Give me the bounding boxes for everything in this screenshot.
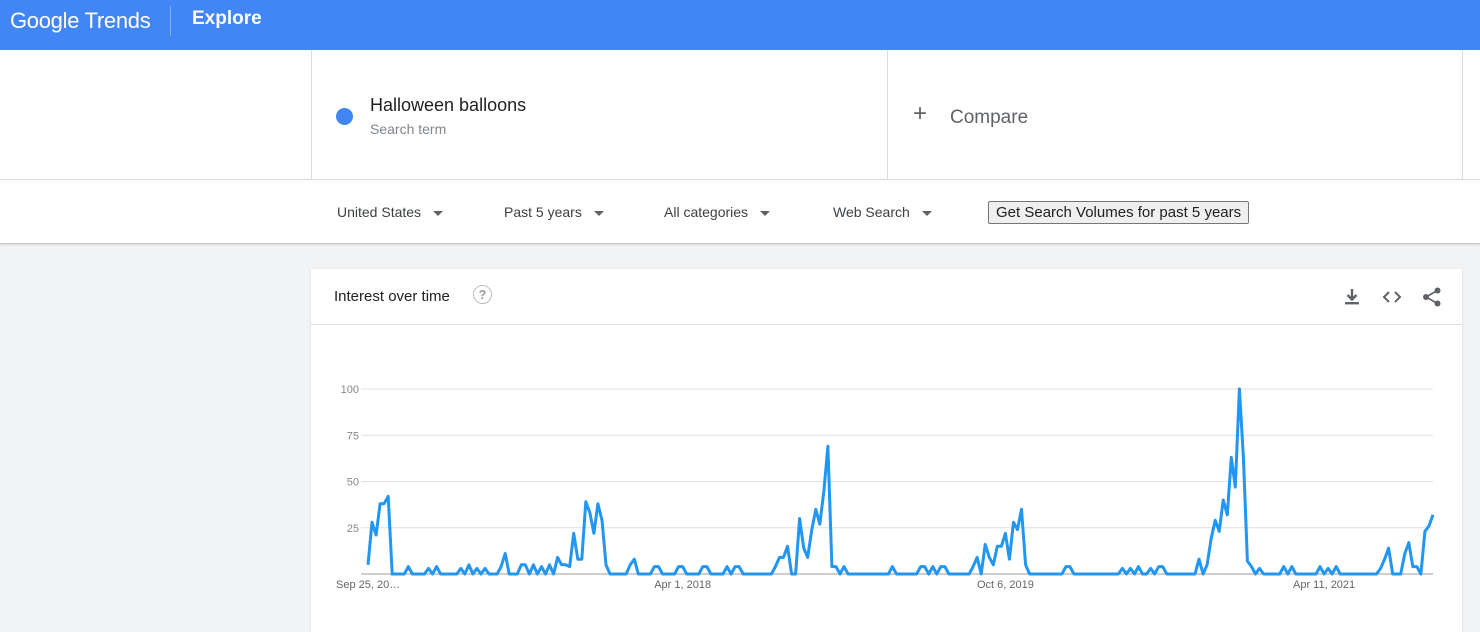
y-tick-label: 75	[347, 430, 359, 442]
y-tick-label: 25	[347, 523, 359, 535]
search-term-sublabel: Search term	[370, 121, 447, 137]
x-tick-label: Oct 6, 2019	[977, 579, 1034, 591]
search-volumes-button[interactable]: Get Search Volumes for past 5 years	[988, 201, 1250, 224]
compare-label[interactable]: Compare	[950, 107, 1028, 129]
filter-bar: United States Past 5 years All categorie…	[0, 180, 1480, 244]
category-filter[interactable]: All categories	[664, 204, 771, 220]
interest-chart: 25 50 75 100 Sep 25, 20… Apr 1, 2018 Oct 6, 2…	[336, 384, 1435, 591]
chevron-down-icon	[760, 210, 771, 216]
region-filter-label: United States	[337, 204, 422, 220]
chevron-down-icon	[593, 210, 604, 216]
search-term-bar: Halloween balloons Search term + Compare	[0, 50, 1480, 180]
interest-over-time-panel: Interest over time ? 25 50 75 100 Sep 25, 2…	[311, 269, 1462, 632]
x-tick-label: Apr 11, 2021	[1293, 579, 1355, 591]
x-tick-label: Apr 1, 2018	[654, 579, 711, 591]
y-tick-label: 50	[347, 477, 359, 489]
compare-card[interactable]: + Compare	[887, 50, 1463, 179]
chevron-down-icon	[433, 210, 444, 216]
search-type-filter[interactable]: Web Search	[833, 204, 932, 220]
header-bar: Google Trends Explore	[0, 0, 1480, 50]
search-type-filter-label: Web Search	[833, 204, 910, 220]
term-color-dot	[336, 108, 353, 125]
time-filter-label: Past 5 years	[504, 204, 582, 220]
category-filter-label: All categories	[664, 204, 749, 220]
plus-icon[interactable]: +	[913, 102, 927, 126]
search-term-label[interactable]: Halloween balloons	[370, 95, 526, 116]
explore-nav[interactable]: Explore	[192, 8, 262, 30]
region-filter[interactable]: United States	[337, 204, 444, 220]
header-divider	[170, 6, 171, 36]
google-trends-logo[interactable]: Google Trends	[10, 8, 151, 34]
search-term-card[interactable]: Halloween balloons Search term	[311, 50, 888, 179]
chevron-down-icon	[921, 210, 932, 216]
x-tick-label: Sep 25, 20…	[336, 579, 400, 591]
y-tick-label: 100	[341, 384, 359, 396]
time-filter[interactable]: Past 5 years	[504, 204, 604, 220]
